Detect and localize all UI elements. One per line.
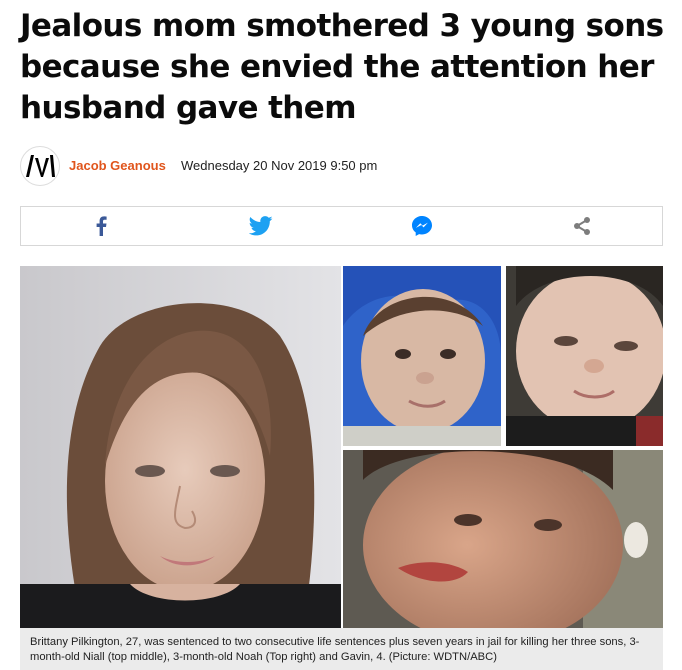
twitter-share-button[interactable]	[181, 207, 341, 245]
share-bar	[20, 206, 663, 246]
metro-logo-icon[interactable]	[20, 146, 60, 186]
caption-box: Brittany Pilkington, 27, was sentenced t…	[20, 628, 663, 670]
facebook-share-button[interactable]	[21, 207, 181, 245]
author-link[interactable]: Jacob Geanous	[69, 158, 166, 173]
article-headline: Jealous mom smothered 3 young sons becau…	[20, 8, 664, 126]
toddler-photo-gavin[interactable]	[343, 450, 663, 628]
share-nodes-icon	[573, 217, 590, 235]
baby-photo-niall[interactable]	[343, 266, 501, 446]
twitter-bird-icon	[249, 216, 273, 236]
messenger-icon	[411, 216, 432, 236]
baby-photo-noah[interactable]	[506, 266, 663, 446]
byline: Jacob Geanous Wednesday 20 Nov 2019 9:50…	[20, 146, 660, 186]
article-media: Brittany Pilkington, 27, was sentenced t…	[20, 266, 663, 670]
facebook-icon	[96, 216, 107, 236]
messenger-share-button[interactable]	[342, 207, 502, 245]
publish-date: Wednesday 20 Nov 2019 9:50 pm	[181, 158, 378, 173]
photo-caption: Brittany Pilkington, 27, was sentenced t…	[30, 636, 640, 663]
generic-share-button[interactable]	[502, 207, 662, 245]
mugshot-photo[interactable]	[20, 266, 341, 628]
